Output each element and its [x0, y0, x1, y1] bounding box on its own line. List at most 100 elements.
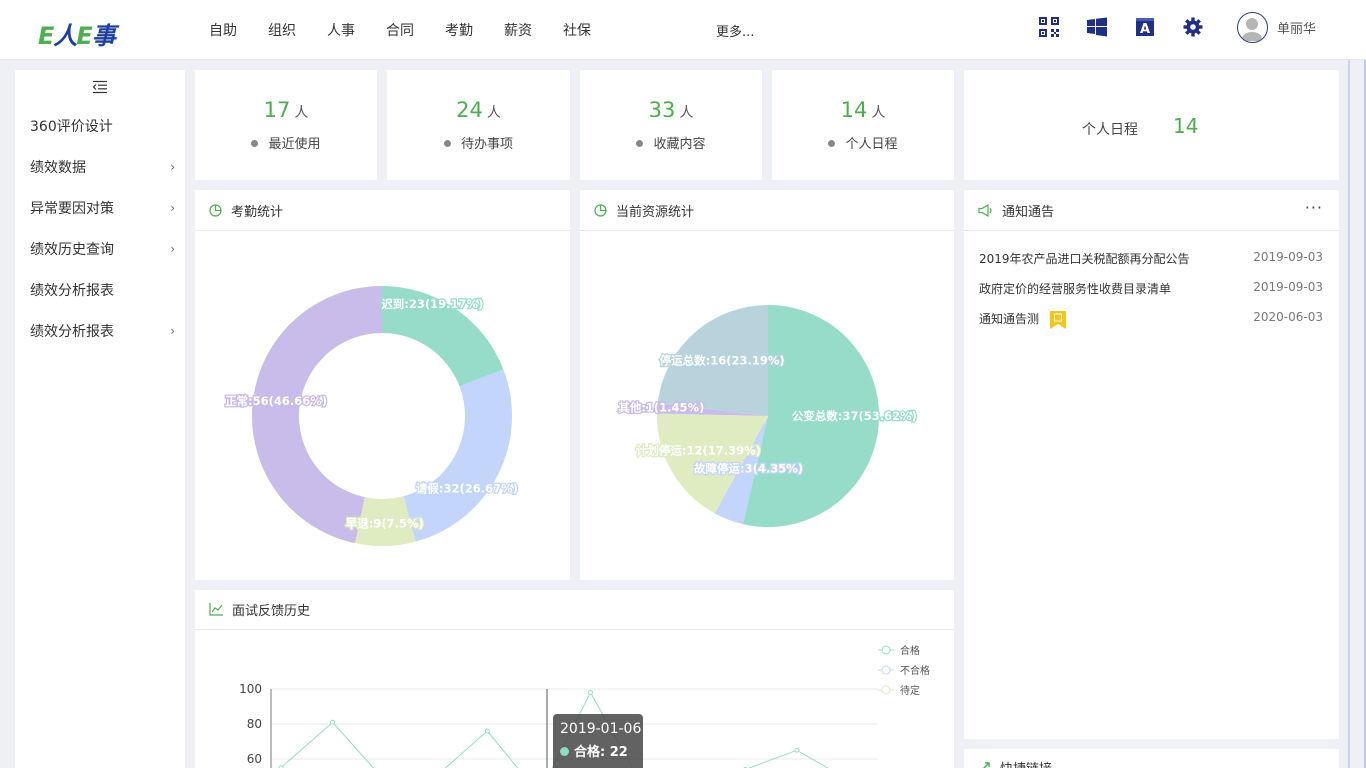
legend-label[interactable]: 不合格 [900, 664, 930, 677]
stat-label: 收藏内容 [653, 137, 706, 152]
sidebar-item-label: 绩效数据 [30, 160, 86, 176]
chevron-right-icon: › [170, 160, 175, 174]
notice-date: 2019-09-03 [1253, 250, 1323, 264]
sidebar-item-label: 360评价设计 [30, 119, 113, 135]
sidebar-item-performance-data[interactable]: 绩效数据 › [30, 157, 175, 177]
legend-label[interactable]: 合格 [900, 644, 920, 657]
attendance-panel: 考勤统计 迟到:23(19.17%) 请假:32(26.67%) 早退:9(7.5%… [195, 190, 570, 580]
top-bar: E人E事 自助 组织 人事 合同 考勤 薪资 社保 更多... A 单丽华 [0, 0, 1366, 60]
logo-part: 事 [91, 22, 116, 50]
sidebar-item-exception-measures[interactable]: 异常要因对策 › [30, 198, 175, 218]
stat-card-recent[interactable]: 17 人 最近使用 [195, 70, 377, 180]
chevron-right-icon: › [170, 201, 175, 215]
panel-title: 通知通告 [1002, 204, 1055, 220]
stat-value-line: 14 人 [772, 98, 954, 122]
attendance-donut-chart: 迟到:23(19.17%) 请假:32(26.67%) 早退:9(7.5%) 正常:5… [224, 286, 519, 546]
pie-slice-label: 正常:56(46.66%) [225, 394, 327, 408]
quicklink-panel: 快捷链接 [964, 749, 1339, 768]
stat-label-line: 最近使用 [195, 133, 377, 152]
nav-item-personnel[interactable]: 人事 [327, 20, 355, 40]
y-tick-label: 80 [247, 717, 262, 731]
stat-unit: 人 [871, 105, 886, 121]
legend-marker[interactable] [881, 665, 891, 675]
app-logo[interactable]: E人E事 [38, 16, 116, 51]
stat-value-line: 17 人 [195, 98, 377, 122]
line-chart-icon [209, 603, 223, 616]
chevron-right-icon: › [170, 242, 175, 256]
nav-more[interactable]: 更多... [716, 21, 754, 40]
data-point[interactable] [794, 747, 800, 753]
sidebar-item-label: 绩效分析报表 [30, 283, 114, 299]
windows-icon[interactable] [1086, 16, 1108, 38]
stat-unit: 人 [294, 105, 309, 121]
notice-title: 政府定价的经营服务性收费目录清单 [979, 282, 1172, 296]
y-tick-label: 100 [239, 682, 262, 696]
pie-slice-label: 其他:1(1.45%) [618, 400, 704, 414]
notice-item[interactable]: 通知通告测 2020-06-03 [979, 310, 1323, 329]
avatar [1237, 12, 1268, 43]
notice-date: 2020-06-03 [1253, 310, 1323, 324]
nav-item-organization[interactable]: 组织 [268, 20, 296, 40]
megaphone-icon [978, 203, 992, 217]
pie-chart-icon [209, 203, 222, 217]
sidebar: 360评价设计 绩效数据 › 异常要因对策 › 绩效历史查询 › 绩效分析报表 … [15, 70, 185, 768]
tooltip-series: 合格 [574, 745, 601, 760]
sidebar-item-label: 异常要因对策 [30, 201, 114, 217]
panel-title: 考勤统计 [231, 204, 284, 220]
stat-unit: 人 [486, 105, 501, 121]
stat-value: 24 [456, 98, 483, 122]
user-menu[interactable]: 单丽华 [1237, 12, 1316, 43]
stat-value-line: 24 人 [387, 98, 570, 122]
sidebar-item-performance-report-2[interactable]: 绩效分析报表 › [30, 321, 175, 341]
nav-item-self-service[interactable]: 自助 [209, 20, 237, 40]
nav-item-social-security[interactable]: 社保 [563, 20, 591, 40]
legend-marker[interactable] [881, 645, 891, 655]
scrollbar[interactable] [1348, 60, 1350, 768]
user-name: 单丽华 [1277, 22, 1317, 37]
chevron-right-icon: › [170, 324, 175, 338]
sidebar-item-label: 绩效分析报表 [30, 324, 114, 340]
schedule-card[interactable]: 个人日程 14 [964, 70, 1339, 180]
font-icon[interactable]: A [1134, 16, 1156, 38]
stat-value: 33 [648, 98, 676, 122]
link-icon [983, 762, 990, 768]
collapse-menu-icon[interactable] [92, 80, 108, 94]
stat-card-schedule[interactable]: 14 人 个人日程 [772, 70, 954, 180]
tooltip-title: 2019-01-06 [560, 721, 642, 737]
stat-label: 待办事项 [460, 137, 513, 152]
notice-item[interactable]: 2019年农产品进口关税配额再分配公告 2019-09-03 [979, 250, 1323, 267]
pie-slice[interactable] [252, 286, 382, 544]
stat-card-favorites[interactable]: 33 人 收藏内容 [580, 70, 762, 180]
logo-part: E [38, 22, 54, 50]
notice-panel: 通知通告 ··· 2019年农产品进口关税配额再分配公告 2019-09-03 … [964, 190, 1339, 739]
nav-item-attendance[interactable]: 考勤 [445, 20, 473, 40]
notice-item[interactable]: 政府定价的经营服务性收费目录清单 2019-09-03 [979, 280, 1323, 297]
panel-header: 考勤统计 [195, 190, 570, 231]
nav-item-contract[interactable]: 合同 [386, 20, 414, 40]
sidebar-item-360-evaluation[interactable]: 360评价设计 [30, 116, 175, 136]
sidebar-item-performance-report[interactable]: 绩效分析报表 [30, 280, 175, 300]
panel-title: 当前资源统计 [616, 204, 695, 220]
sidebar-item-performance-history[interactable]: 绩效历史查询 › [30, 239, 175, 259]
dot-icon [443, 140, 451, 147]
data-point[interactable] [484, 728, 490, 734]
legend-marker[interactable] [881, 685, 891, 695]
series-dot-icon [560, 747, 569, 756]
stat-card-todo[interactable]: 24 人 待办事项 [387, 70, 570, 180]
stat-unit: 人 [679, 105, 694, 121]
nav-item-salary[interactable]: 薪资 [504, 20, 532, 40]
pie-slice-label: 迟到:23(19.17%) [381, 297, 483, 311]
gear-icon[interactable] [1182, 16, 1204, 38]
schedule-label: 个人日程 [1082, 122, 1138, 138]
notice-title: 2019年农产品进口关税配额再分配公告 [979, 252, 1190, 266]
qrcode-icon[interactable] [1038, 16, 1060, 38]
notice-title: 通知通告测 [979, 312, 1040, 326]
more-button[interactable]: ··· [1305, 198, 1323, 217]
y-tick-label: 60 [247, 752, 262, 766]
logo-part: 人 [53, 22, 77, 50]
data-point[interactable] [588, 690, 594, 695]
legend-label[interactable]: 待定 [900, 684, 920, 697]
panel-header: 快捷链接 [978, 758, 1052, 768]
schedule-value: 14 [1173, 114, 1199, 138]
data-point[interactable] [330, 719, 336, 725]
